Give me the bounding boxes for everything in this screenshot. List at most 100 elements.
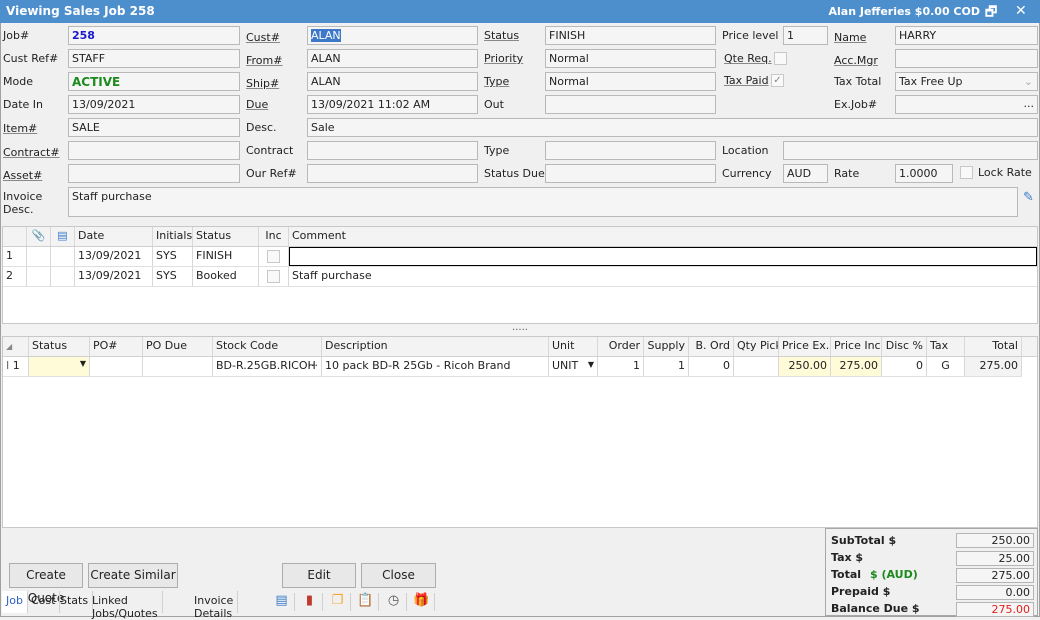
contract-no-field[interactable] bbox=[68, 141, 240, 160]
asset-field[interactable] bbox=[68, 164, 240, 183]
create-similar-button[interactable]: Create Similar bbox=[88, 563, 178, 588]
name-field[interactable]: HARRY bbox=[895, 26, 1038, 45]
tab-job[interactable]: Job bbox=[2, 591, 28, 613]
cust-label[interactable]: Cust# bbox=[246, 31, 280, 44]
edit-button[interactable]: Edit bbox=[282, 563, 356, 588]
col-status[interactable]: Status bbox=[29, 337, 90, 356]
col-stock-code[interactable]: Stock Code bbox=[213, 337, 322, 356]
restore-icon[interactable]: 🗗 bbox=[985, 3, 997, 25]
attachment-icon: 📎 bbox=[27, 227, 51, 246]
contract-field[interactable] bbox=[307, 141, 478, 160]
chevron-down-icon: ⌄ bbox=[1023, 75, 1033, 88]
status-label[interactable]: Status bbox=[484, 29, 519, 42]
contract-no-label[interactable]: Contract# bbox=[3, 146, 60, 159]
rate-field[interactable]: 1.0000 bbox=[895, 164, 953, 183]
col-po-due[interactable]: PO Due bbox=[143, 337, 213, 356]
line-status-select[interactable]: ▼ bbox=[29, 357, 90, 376]
dropdown-arrow-icon: ▼ bbox=[79, 359, 86, 368]
desc-field[interactable]: Sale bbox=[307, 118, 1038, 137]
item-field[interactable]: SALE bbox=[68, 118, 240, 137]
col-tax[interactable]: Tax bbox=[927, 337, 965, 356]
col-b-ord[interactable]: B. Ord bbox=[689, 337, 734, 356]
job-lines-grid: ◢ Status PO# PO Due Stock Code Descripti… bbox=[2, 336, 1038, 528]
col-qty-pick[interactable]: Qty Pick bbox=[734, 337, 779, 356]
col-total[interactable]: Total bbox=[965, 337, 1022, 356]
close-icon[interactable]: ✕ bbox=[1015, 3, 1027, 19]
schedule-icon[interactable]: ◷ bbox=[381, 593, 407, 611]
our-ref-field[interactable] bbox=[307, 164, 478, 183]
col-order[interactable]: Order bbox=[598, 337, 644, 356]
acc-mgr-field[interactable] bbox=[895, 49, 1038, 68]
unit-select[interactable]: UNIT ▼ bbox=[549, 357, 598, 376]
ship-label[interactable]: Ship# bbox=[246, 77, 279, 90]
priority-field[interactable]: Normal bbox=[545, 49, 716, 68]
tax-paid-checkbox[interactable]: ✓ bbox=[771, 74, 784, 87]
clipboard-icon[interactable]: 📋 bbox=[353, 593, 379, 611]
priority-label[interactable]: Priority bbox=[484, 52, 523, 65]
lock-rate-checkbox[interactable] bbox=[960, 166, 973, 179]
gift-cash-icon[interactable]: 🎁 bbox=[409, 593, 435, 611]
date-in-field[interactable]: 13/09/2021 bbox=[68, 95, 240, 114]
close-button[interactable]: Close bbox=[361, 563, 436, 588]
from-field[interactable]: ALAN bbox=[307, 49, 478, 68]
ex-job-lookup-button[interactable]: ... bbox=[1024, 97, 1035, 110]
acc-mgr-label[interactable]: Acc.Mgr bbox=[834, 54, 878, 67]
tab-linked-jobs[interactable]: Linked Jobs/Quotes bbox=[88, 591, 163, 620]
inc-checkbox[interactable] bbox=[267, 270, 280, 283]
col-status[interactable]: Status bbox=[193, 227, 259, 246]
qte-req-checkbox[interactable] bbox=[774, 52, 787, 65]
invoice-desc-field[interactable]: Staff purchase bbox=[68, 187, 1018, 217]
col-po[interactable]: PO# bbox=[90, 337, 143, 356]
edit-document-icon[interactable]: ✎ bbox=[1023, 190, 1034, 205]
copy-icon[interactable]: ❐ bbox=[325, 593, 351, 611]
total-label: Total bbox=[831, 568, 862, 581]
col-disc[interactable]: Disc % bbox=[882, 337, 927, 356]
tab-invoice-details[interactable]: Invoice Details bbox=[190, 591, 239, 620]
inc-checkbox[interactable] bbox=[267, 250, 280, 263]
status-due-label: Status Due bbox=[484, 167, 545, 180]
col-unit[interactable]: Unit bbox=[549, 337, 598, 356]
cust-field[interactable]: ALAN bbox=[307, 26, 478, 45]
col-comment[interactable]: Comment bbox=[289, 227, 1037, 246]
col-initials[interactable]: Initials bbox=[153, 227, 193, 246]
currency-field[interactable]: AUD bbox=[783, 164, 828, 183]
tax-total-select[interactable]: Tax Free Up ⌄ bbox=[895, 72, 1038, 91]
name-label[interactable]: Name bbox=[834, 31, 866, 44]
col-price-ex[interactable]: Price Ex. bbox=[779, 337, 831, 356]
col-price-inc[interactable]: Price Inc. bbox=[831, 337, 882, 356]
title-bar: Viewing Sales Job 258 Alan Jefferies $0.… bbox=[0, 0, 1040, 23]
due-field[interactable]: 13/09/2021 11:02 AM bbox=[307, 95, 478, 114]
prepaid-value: 0.00 bbox=[956, 585, 1034, 600]
ex-job-field[interactable]: ... bbox=[895, 95, 1038, 114]
col-description[interactable]: Description bbox=[322, 337, 549, 356]
col-inc[interactable]: Inc bbox=[259, 227, 289, 246]
location-field[interactable] bbox=[783, 141, 1038, 160]
price-level-field[interactable]: 1 bbox=[783, 26, 828, 45]
create-quote-button[interactable]: Create Quote bbox=[9, 563, 83, 605]
comment-input[interactable] bbox=[289, 247, 1037, 266]
status-due-field[interactable] bbox=[545, 164, 716, 183]
status-log-row[interactable]: 1 13/09/2021 SYS FINISH bbox=[3, 247, 1037, 267]
type-label[interactable]: Type bbox=[484, 75, 509, 88]
from-label[interactable]: From# bbox=[246, 54, 282, 67]
due-label[interactable]: Due bbox=[246, 98, 268, 111]
cust-ref-field[interactable]: STAFF bbox=[68, 49, 240, 68]
type2-field[interactable] bbox=[545, 141, 716, 160]
stock-lookup-button[interactable]: ··· bbox=[308, 359, 319, 372]
type-field[interactable]: Normal bbox=[545, 72, 716, 91]
splitter-handle[interactable]: ..... bbox=[2, 323, 1038, 336]
item-label[interactable]: Item# bbox=[3, 122, 37, 135]
job-no-field[interactable]: 258 bbox=[68, 26, 240, 45]
col-supply[interactable]: Supply bbox=[644, 337, 689, 356]
form-icon[interactable]: ▤ bbox=[269, 593, 295, 611]
status-log-row[interactable]: 2 13/09/2021 SYS Booked Staff purchase bbox=[3, 267, 1037, 287]
book-icon[interactable]: ▮ bbox=[297, 593, 323, 611]
select-all-icon[interactable]: ◢ bbox=[3, 337, 29, 356]
asset-label[interactable]: Asset# bbox=[3, 169, 42, 182]
ship-field[interactable]: ALAN bbox=[307, 72, 478, 91]
job-line-row[interactable]: I 1 ▼ BD-R.25GB.RICOH ··· 10 pack BD-R 25… bbox=[3, 357, 1022, 377]
out-field[interactable] bbox=[545, 95, 716, 114]
col-date[interactable]: Date bbox=[75, 227, 153, 246]
dropdown-arrow-icon: ▼ bbox=[587, 360, 594, 369]
status-field[interactable]: FINISH bbox=[545, 26, 716, 45]
